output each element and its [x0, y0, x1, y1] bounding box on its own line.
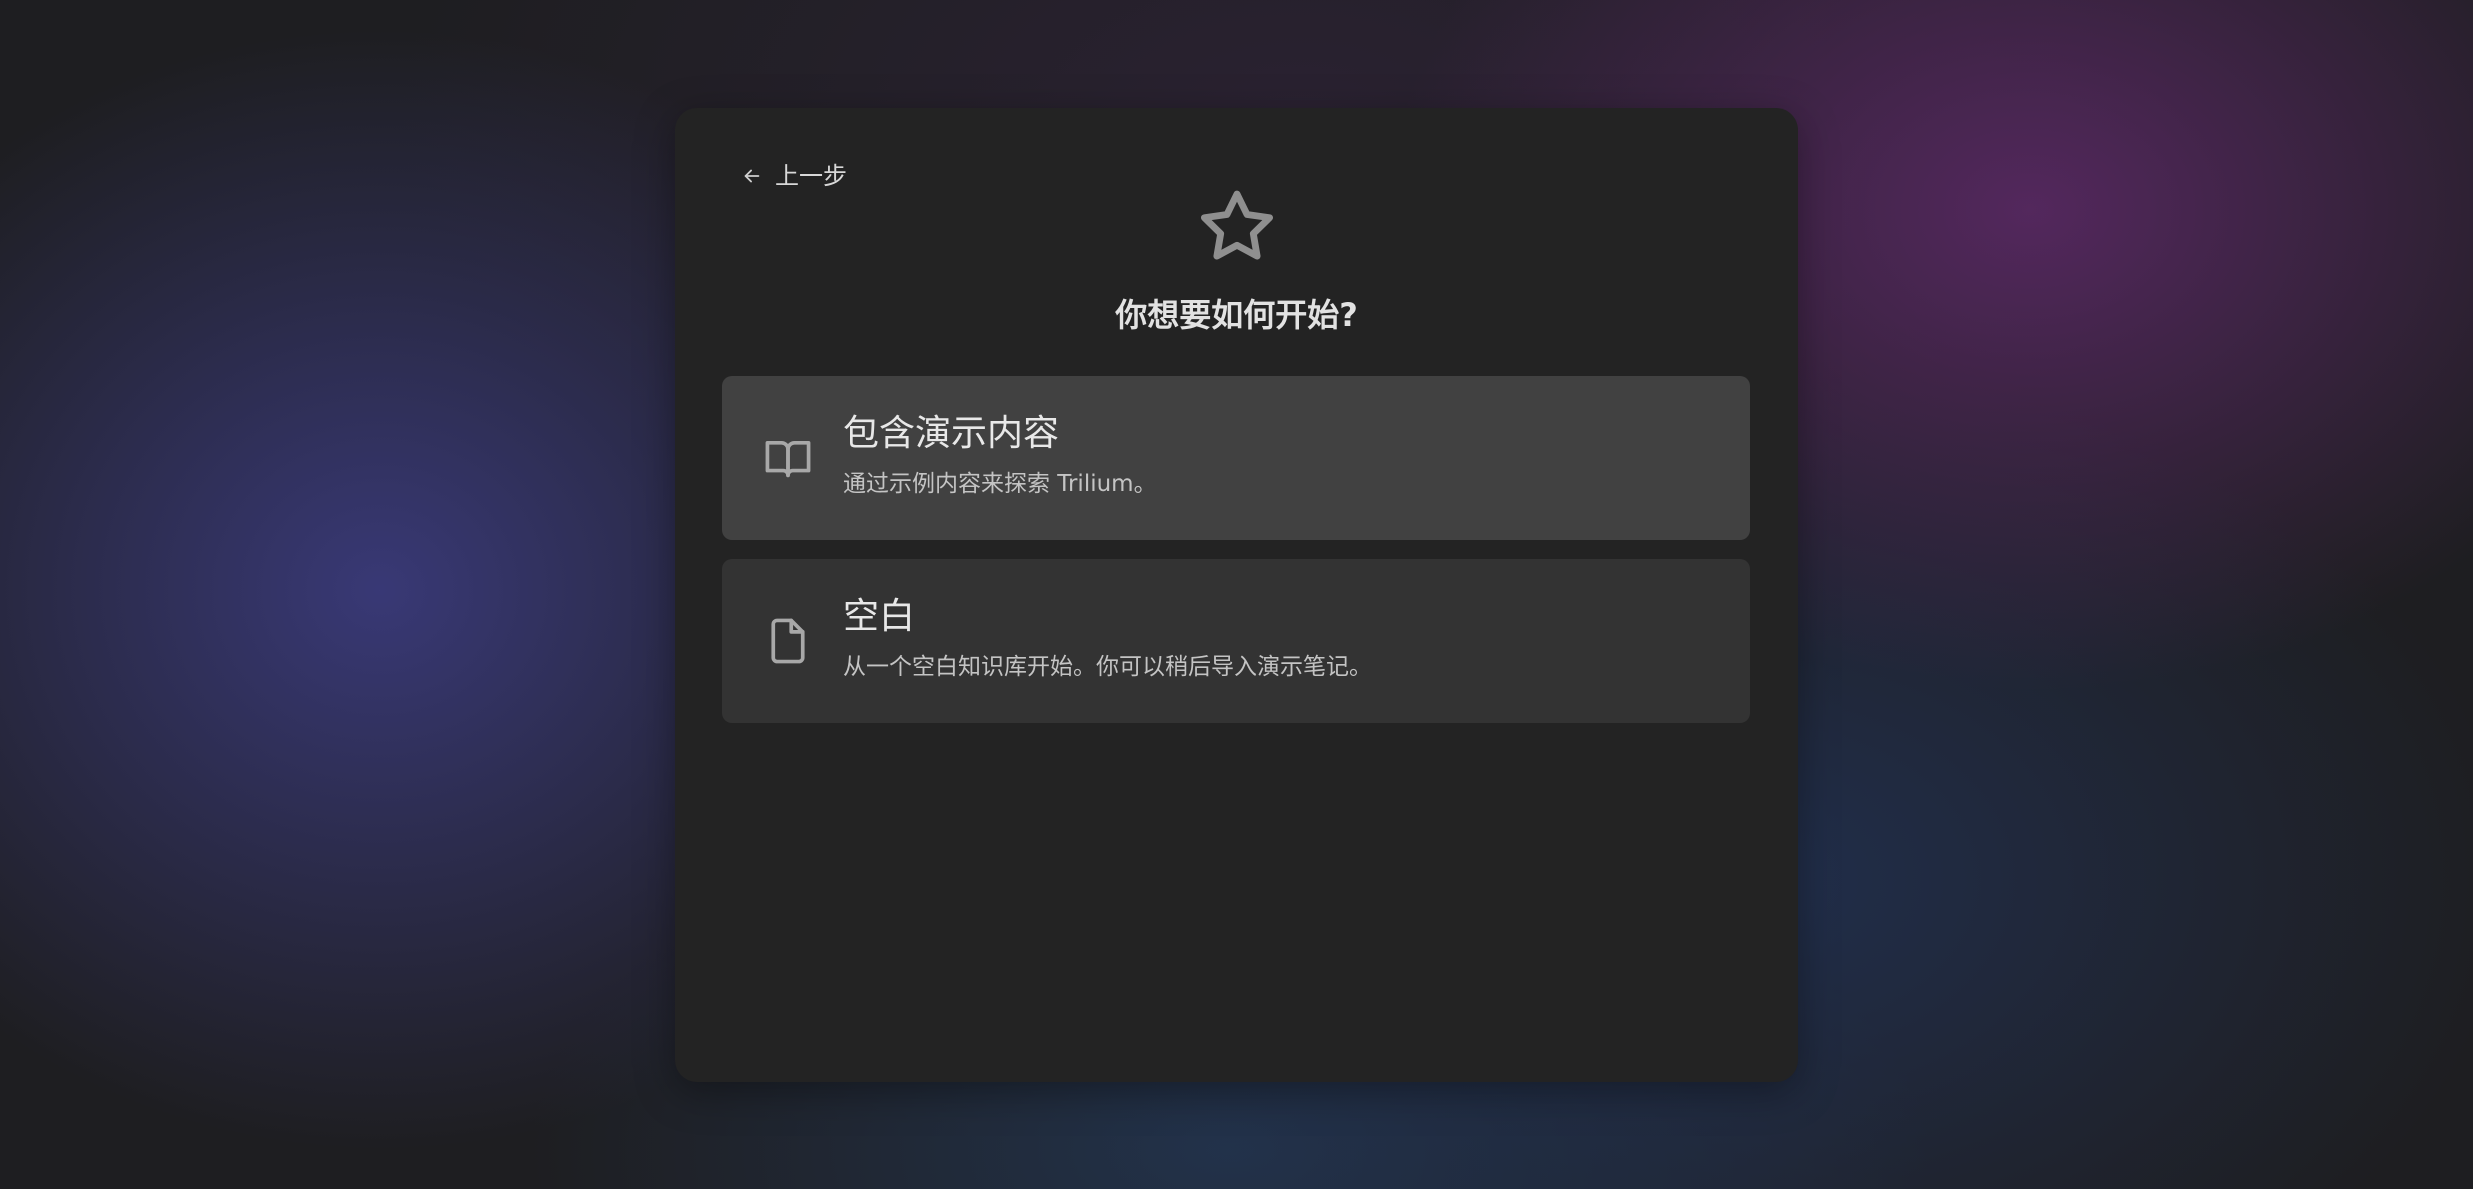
- option-title: 包含演示内容: [843, 413, 1060, 454]
- option-description: 通过示例内容来探索 Trilium。: [843, 471, 1157, 497]
- option-empty[interactable]: 空白 从一个空白知识库开始。你可以稍后导入演示笔记。: [722, 559, 1750, 723]
- star-icon: [1200, 190, 1274, 260]
- back-button[interactable]: 上一步: [741, 164, 847, 188]
- option-description: 从一个空白知识库开始。你可以稍后导入演示笔记。: [843, 654, 1372, 680]
- book-open-icon: [765, 440, 811, 478]
- back-label: 上一步: [775, 162, 847, 190]
- file-icon: [771, 618, 805, 664]
- option-title: 空白: [843, 596, 916, 637]
- option-demo-content[interactable]: 包含演示内容 通过示例内容来探索 Trilium。: [722, 376, 1750, 540]
- setup-card: 上一步 你想要如何开始? 包含演示内容 通过示例内容来探索 Trilium。 空…: [675, 108, 1798, 1082]
- arrow-left-icon: [744, 169, 760, 183]
- page-title: 你想要如何开始?: [1115, 296, 1358, 334]
